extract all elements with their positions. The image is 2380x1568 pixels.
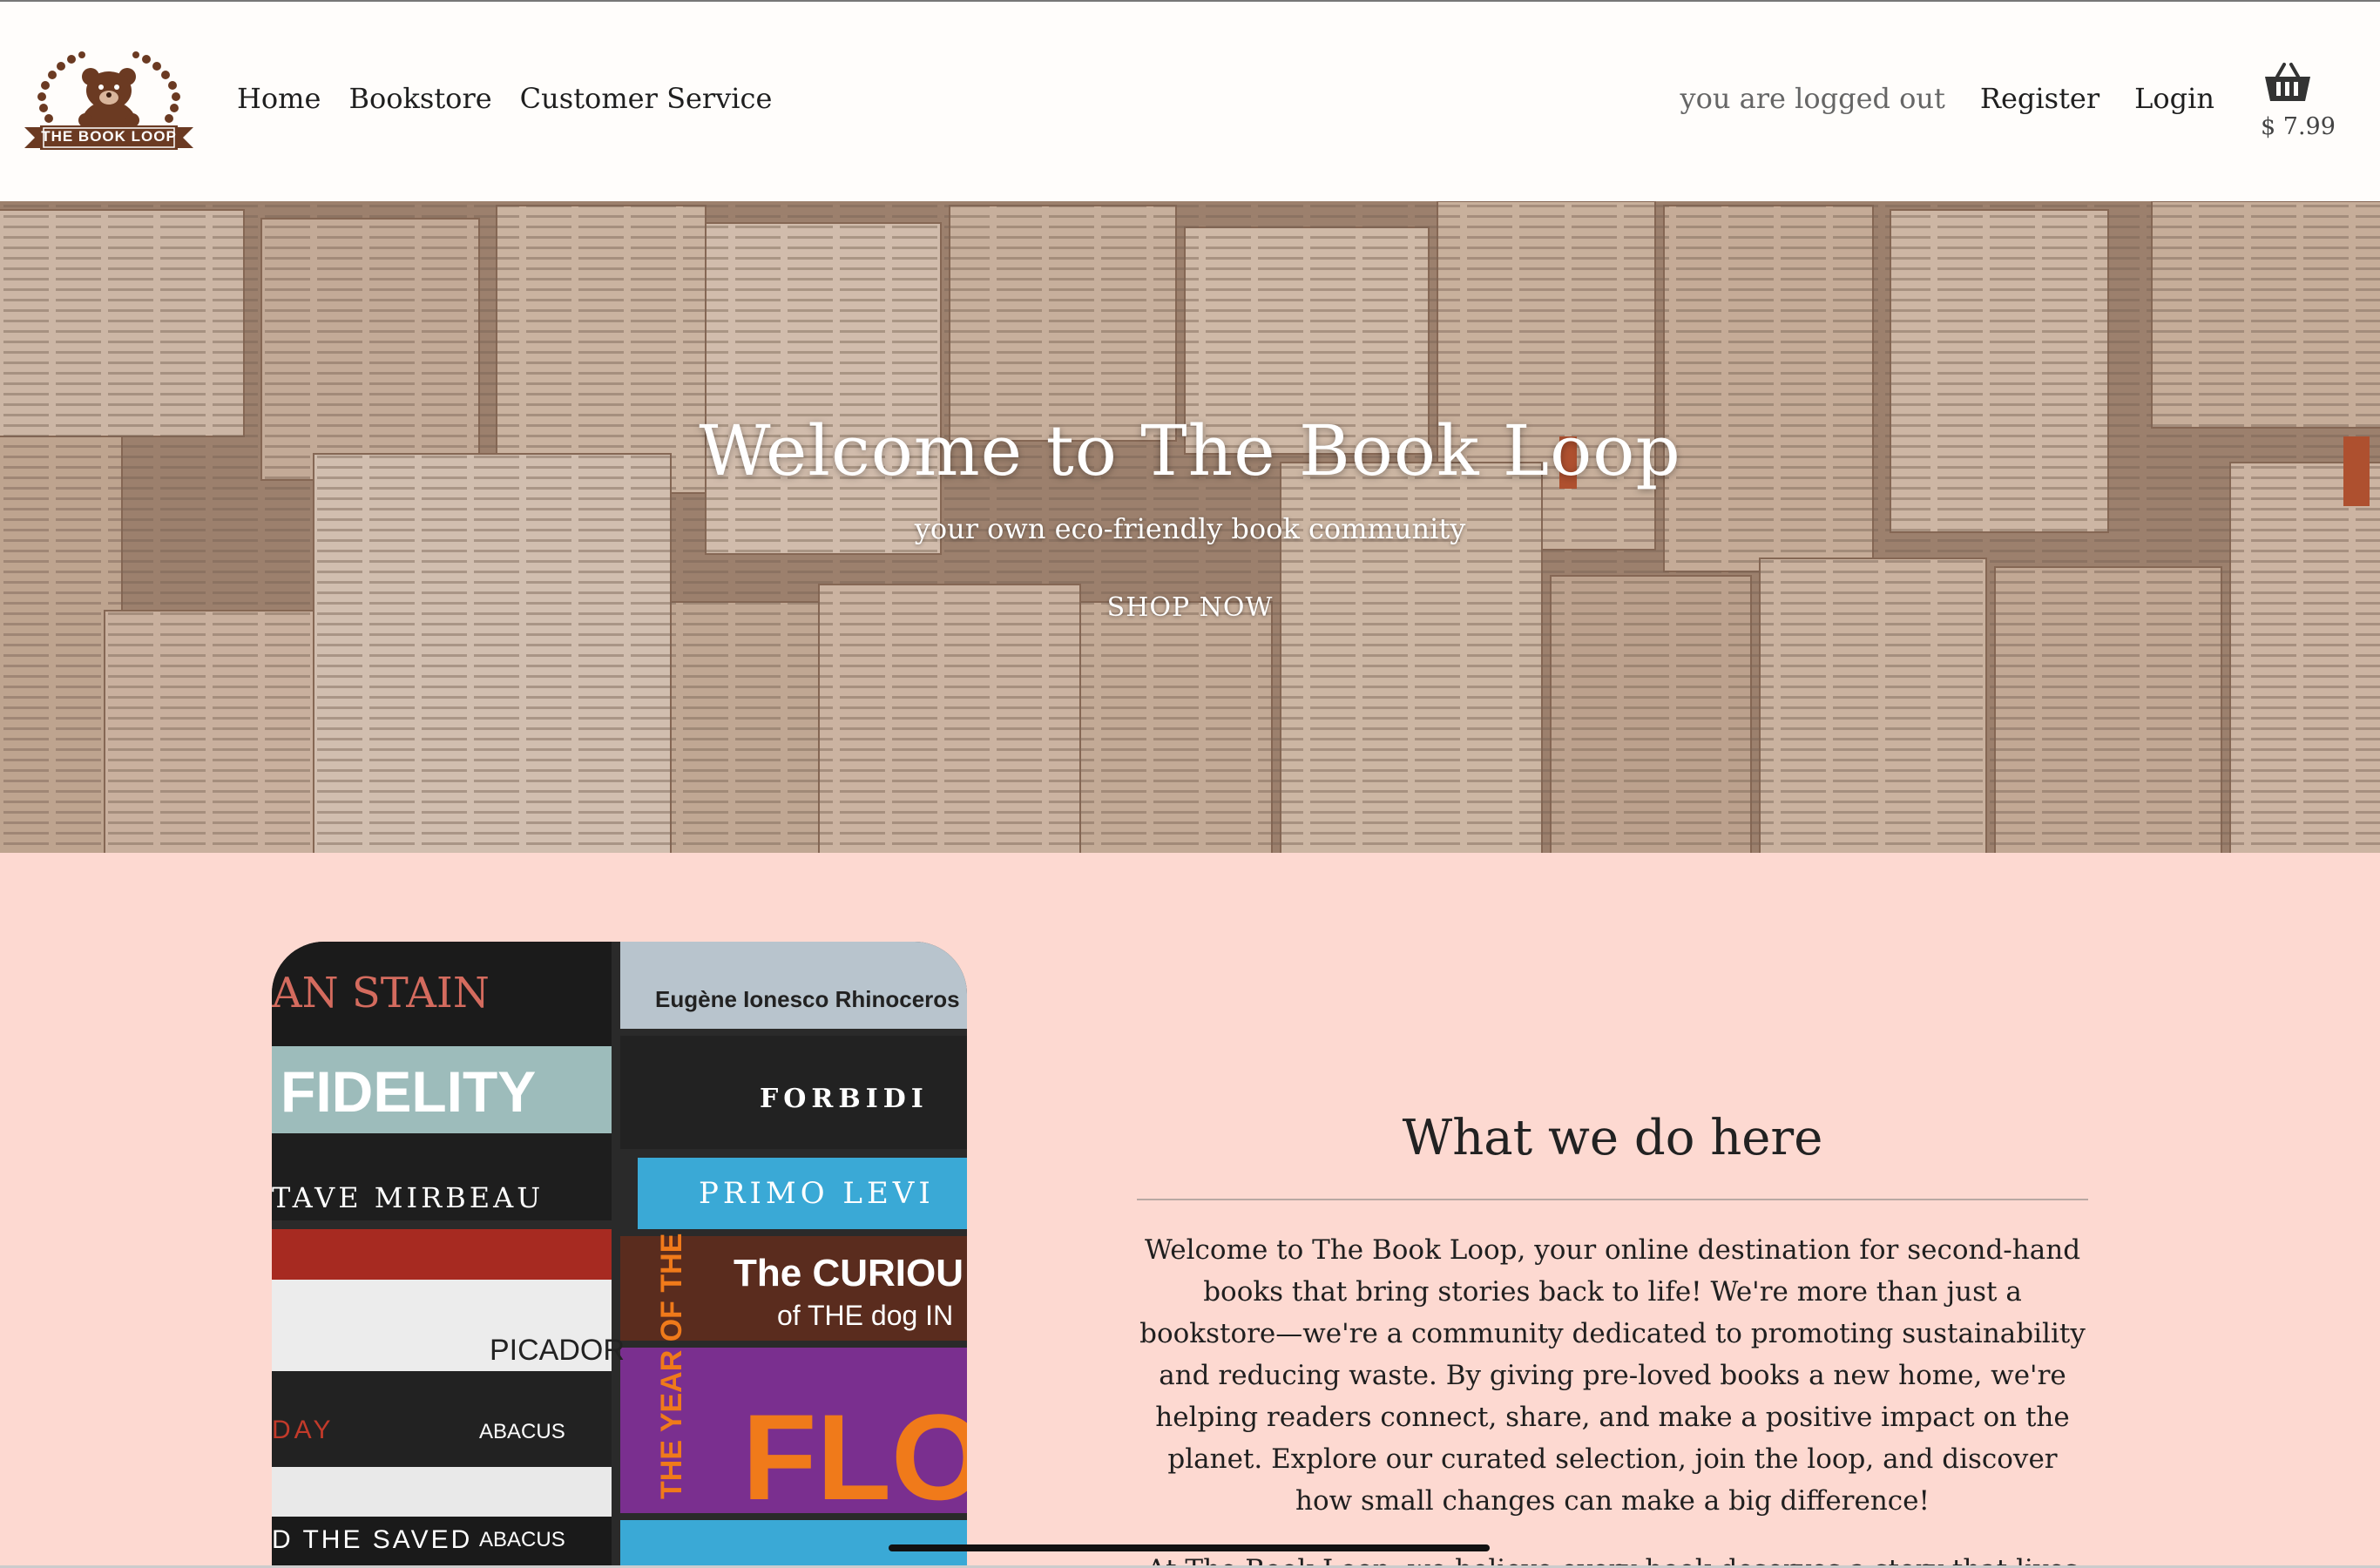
- main-nav: Home Bookstore Customer Service: [237, 82, 772, 115]
- nav-home[interactable]: Home: [237, 82, 321, 115]
- register-link[interactable]: Register: [1980, 82, 2099, 115]
- spine-text: FORBIDI: [760, 1084, 929, 1114]
- nav-customer-service[interactable]: Customer Service: [520, 82, 773, 115]
- spine-text: FIDELITY: [281, 1059, 536, 1124]
- book-stack-image: AN STAIN Eugène Ionesco Rhinoceros FIDEL…: [272, 942, 967, 1568]
- nav-bookstore[interactable]: Bookstore: [348, 82, 491, 115]
- section-divider: [1137, 1199, 2088, 1200]
- site-header: THE BOOK LOOP Home Bookstore Customer Se…: [0, 2, 2380, 201]
- spine-text: D THE SAVED: [272, 1525, 472, 1554]
- about-paragraph: Welcome to The Book Loop, your online de…: [1139, 1234, 2086, 1517]
- shop-now-button[interactable]: SHOP NOW: [1103, 592, 1277, 623]
- hero-banner: Welcome to The Book Loop your own eco-fr…: [0, 201, 2380, 853]
- spine-text: ABACUS: [479, 1420, 565, 1443]
- hero-subtitle: your own eco-friendly book community: [914, 512, 1466, 545]
- auth-links: you are logged out Register Login: [1680, 82, 2214, 115]
- spine-text: DAY: [272, 1416, 334, 1444]
- spine-text: The CURIOU: [734, 1252, 963, 1294]
- login-status: you are logged out: [1680, 82, 1945, 115]
- home-indicator: [889, 1544, 1490, 1551]
- cart-total: $ 7.99: [2261, 113, 2336, 140]
- spine-text: ABACUS: [479, 1528, 565, 1551]
- spine-text: of THE dog IN: [777, 1300, 953, 1331]
- logo-text: THE BOOK LOOP: [41, 128, 177, 145]
- spine-text: THE YEAR OF THE: [655, 1233, 688, 1499]
- spine-text: PRIMO LEVI: [699, 1176, 935, 1211]
- spine-text: Eugène Ionesco Rhinoceros: [655, 986, 960, 1012]
- site-logo[interactable]: THE BOOK LOOP: [23, 47, 195, 155]
- cart-button[interactable]: [2262, 61, 2314, 106]
- about-title: What we do here: [1402, 1110, 1823, 1166]
- spine-text: AN STAIN: [272, 969, 490, 1017]
- login-link[interactable]: Login: [2134, 82, 2214, 115]
- spine-text: PICADOR: [490, 1334, 625, 1367]
- spine-text: TAVE MIRBEAU: [272, 1181, 544, 1214]
- hero-title: Welcome to The Book Loop: [699, 410, 1681, 491]
- spine-text: FLOO: [742, 1389, 967, 1525]
- basket-icon: [2265, 63, 2310, 101]
